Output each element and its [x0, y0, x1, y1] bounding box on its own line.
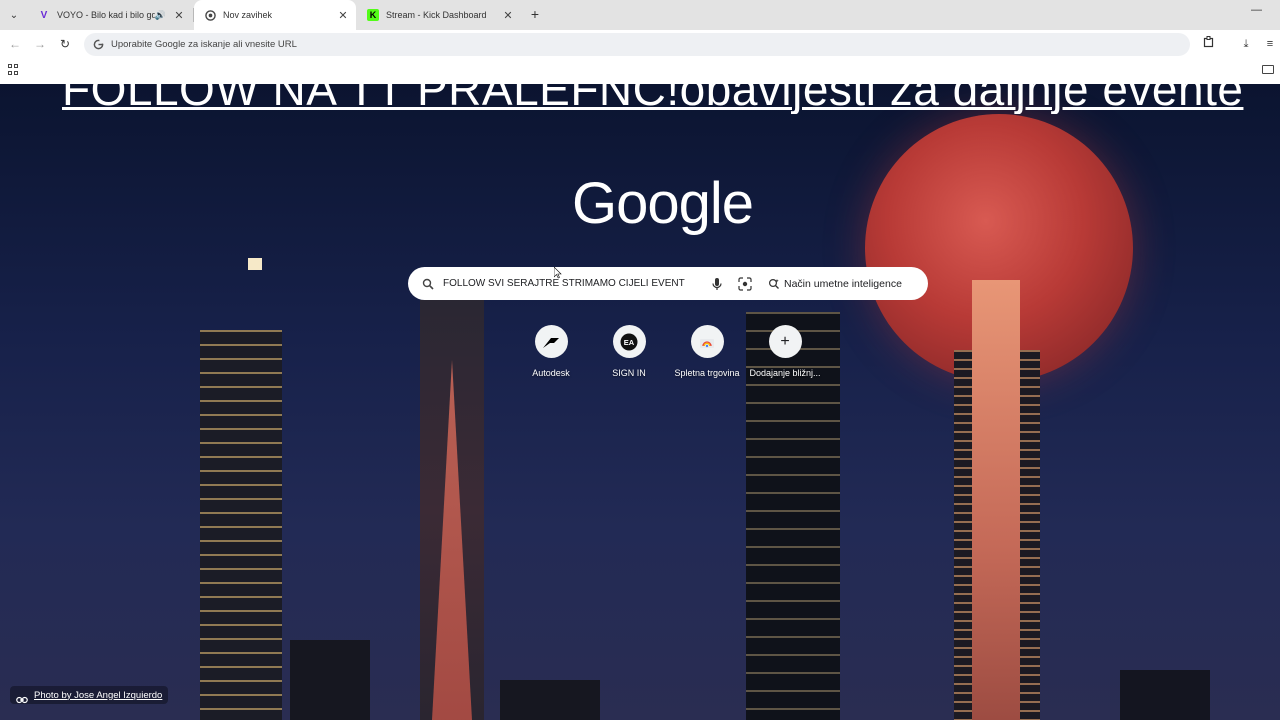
bookmarks-bar	[0, 58, 1280, 84]
shortcut-autodesk[interactable]: Autodesk	[512, 325, 590, 378]
building	[500, 680, 600, 720]
attribution-link: Photo by Jose Angel Izquierdo	[34, 689, 163, 701]
forward-arrow-icon[interactable]: →	[32, 36, 48, 52]
tab-strip: ⌄ V VOYO - Bilo kad i bilo gdje 🔊 ✕ Nov …	[0, 0, 1280, 30]
tab-search-button[interactable]: ⌄	[4, 5, 24, 25]
building	[972, 280, 1020, 720]
autodesk-icon	[534, 325, 568, 358]
ai-mode-button[interactable]: Način umetne inteligence	[768, 267, 902, 300]
folder-icon[interactable]	[1262, 65, 1274, 74]
chrome-icon	[204, 9, 216, 21]
ai-search-icon	[768, 278, 780, 290]
reading-list-icon[interactable]: ≡	[1262, 36, 1278, 52]
apps-grid-icon[interactable]	[8, 64, 20, 76]
close-icon[interactable]: ✕	[336, 9, 350, 22]
shortcut-label: Dodajanje bližnj...	[749, 368, 821, 378]
shortcut-label: Autodesk	[532, 368, 570, 378]
svg-text:EA: EA	[624, 338, 635, 347]
extensions-icon[interactable]	[1201, 36, 1217, 52]
shortcut-sign-in[interactable]: EA SIGN IN	[590, 325, 668, 378]
google-lens-icon[interactable]	[738, 277, 752, 291]
address-bar[interactable]: Uporabite Google za iskanje ali vnesite …	[84, 33, 1190, 56]
photo-attribution[interactable]: Photo by Jose Angel Izquierdo	[10, 686, 169, 704]
close-icon[interactable]: ✕	[172, 9, 186, 22]
new-tab-button[interactable]: +	[527, 6, 543, 22]
plus-icon: +	[768, 325, 802, 358]
minimize-button[interactable]: —	[1251, 4, 1262, 16]
tab-title: Stream - Kick Dashboard	[386, 10, 487, 20]
search-icon	[422, 277, 436, 291]
tab-voyo[interactable]: V VOYO - Bilo kad i bilo gdje 🔊 ✕	[28, 0, 192, 30]
shortcut-label: Spletna trgovina	[674, 368, 740, 378]
tab-kick-dashboard[interactable]: K Stream - Kick Dashboard ✕	[357, 0, 521, 30]
building	[1120, 670, 1210, 720]
stream-overlay-banner: FOLLOW NA TT PRALEFNC!obavijesti za dalj…	[62, 84, 1280, 114]
browser-toolbar: ← → ↻ Uporabite Google za iskanje ali vn…	[0, 30, 1280, 58]
kick-icon: K	[367, 9, 379, 21]
building	[290, 640, 370, 720]
download-icon[interactable]: ⤓	[1238, 36, 1254, 52]
building-light	[248, 258, 262, 270]
shortcut-web-store[interactable]: Spletna trgovina	[668, 325, 746, 378]
tab-title: Nov zavihek	[223, 10, 273, 20]
tab-title: VOYO - Bilo kad i bilo gdje	[57, 10, 155, 20]
search-box[interactable]: FOLLOW SVI SERAJTRE STRIMAMO CIJELI EVEN…	[408, 267, 928, 300]
tab-new-tab[interactable]: Nov zavihek ✕	[194, 0, 356, 30]
mouse-cursor-icon	[553, 266, 562, 279]
web-store-icon	[690, 325, 724, 358]
microphone-icon[interactable]	[710, 277, 724, 291]
reload-icon[interactable]: ↻	[57, 36, 73, 52]
search-input[interactable]: FOLLOW SVI SERAJTRE STRIMAMO CIJELI EVEN…	[443, 278, 703, 289]
banner-text: FOLLOW NA TT PRALEFNC!obavijesti za dalj…	[62, 84, 1244, 114]
link-icon	[16, 691, 28, 704]
shortcut-add[interactable]: + Dodajanje bližnj...	[746, 325, 824, 378]
back-arrow-icon[interactable]: ←	[7, 36, 23, 52]
address-bar-placeholder: Uporabite Google za iskanje ali vnesite …	[111, 39, 297, 50]
ea-icon: EA	[612, 325, 646, 358]
ai-mode-label: Način umetne inteligence	[784, 277, 902, 290]
shortcut-label: SIGN IN	[612, 368, 646, 378]
building	[200, 330, 282, 720]
google-g-icon	[91, 38, 105, 52]
close-icon[interactable]: ✕	[501, 9, 515, 22]
speaker-icon[interactable]: 🔊	[155, 10, 166, 21]
google-logo: Google	[572, 171, 754, 236]
voyo-icon: V	[40, 9, 48, 21]
